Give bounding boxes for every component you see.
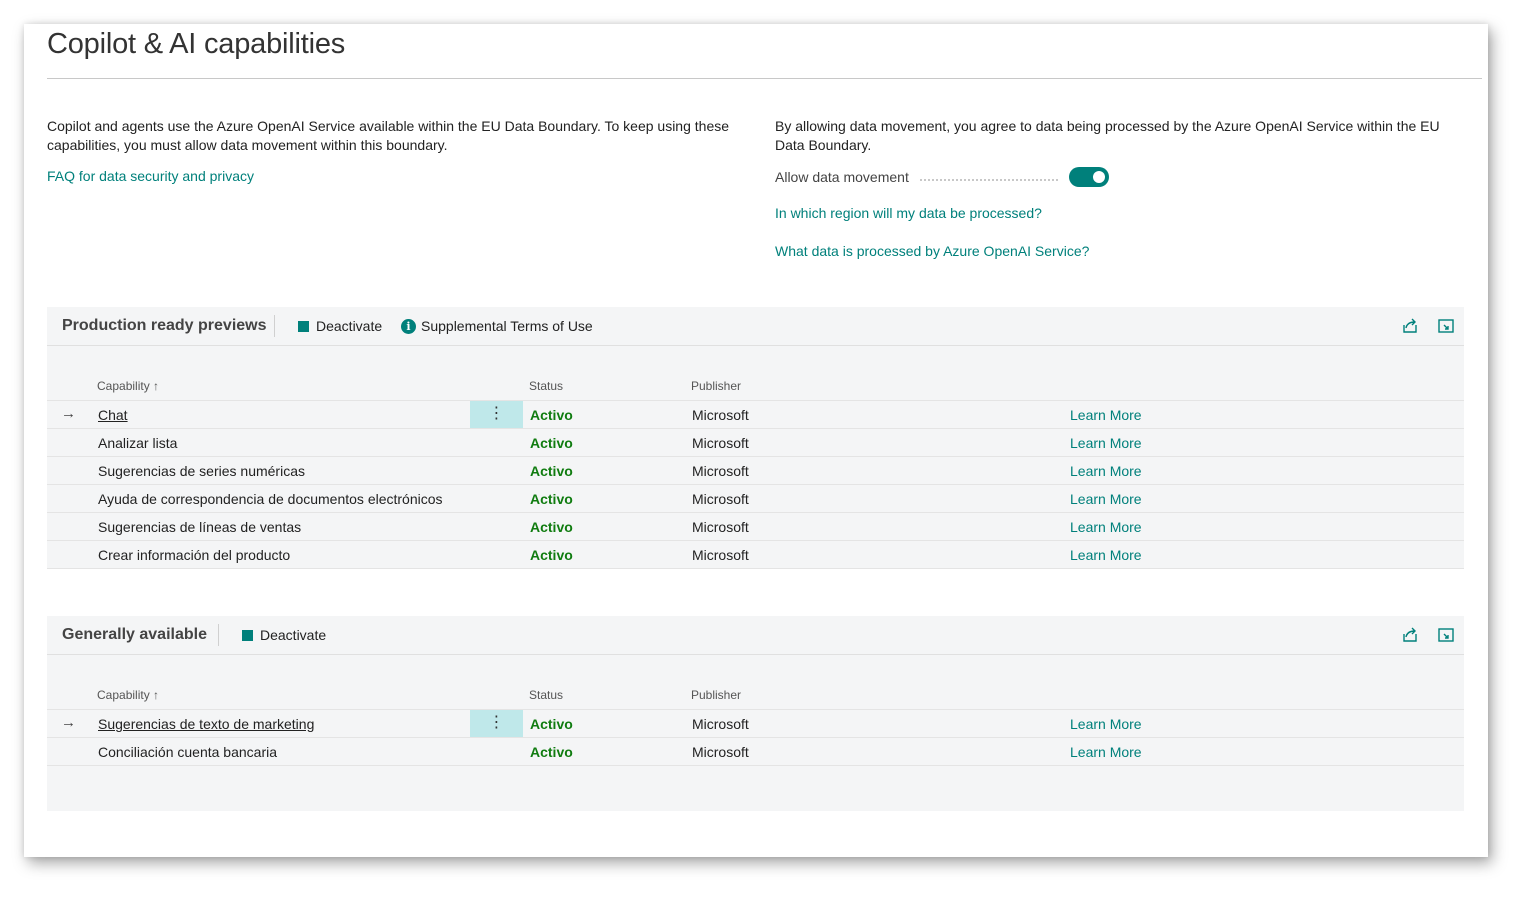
status-value: Activo [530,407,573,423]
publisher-value: Microsoft [692,463,749,479]
production-ready-previews-part: Production ready previews Deactivate i S… [47,307,1464,569]
row-indicator-arrow-icon: → [61,714,76,731]
dotted-leader [920,179,1058,181]
table-row[interactable]: Analizar lista Activo Microsoft Learn Mo… [47,429,1464,457]
row-menu-button[interactable]: ⋮ [470,710,523,737]
status-value: Activo [530,716,573,732]
deactivate-button[interactable]: Deactivate [242,627,326,643]
allow-data-movement-toggle[interactable] [1069,167,1109,187]
toggle-knob [1093,171,1105,183]
status-value: Activo [530,547,573,563]
publisher-value: Microsoft [692,491,749,507]
share-icon[interactable] [1401,317,1419,335]
preview-rows: → Chat ⋮ Activo Microsoft Learn More Ana… [47,400,1464,569]
capability-name[interactable]: Sugerencias de series numéricas [98,463,305,479]
learn-more-link[interactable]: Learn More [1070,491,1142,507]
row-indicator-arrow-icon: → [61,405,76,422]
generally-available-part: Generally available Deactivate Capabilit… [47,616,1464,811]
table-row[interactable]: Conciliación cuenta bancaria Activo Micr… [47,738,1464,766]
publisher-value: Microsoft [692,407,749,423]
part-title: Generally available [62,626,207,643]
deactivate-button[interactable]: Deactivate [298,318,382,334]
faq-link[interactable]: FAQ for data security and privacy [47,168,254,184]
status-value: Activo [530,435,573,451]
learn-more-link[interactable]: Learn More [1070,547,1142,563]
deactivate-icon [298,320,309,332]
column-header-status[interactable]: Status [529,688,563,702]
column-header-publisher[interactable]: Publisher [691,688,741,702]
table-row[interactable]: Crear información del producto Activo Mi… [47,541,1464,569]
page-frame: Copilot & AI capabilities Copilot and ag… [24,24,1488,857]
publisher-value: Microsoft [692,519,749,535]
part-title: Production ready previews [62,317,267,334]
column-header-capability[interactable]: Capability ↑ [97,379,159,393]
region-link[interactable]: In which region will my data be processe… [775,205,1042,221]
capability-name[interactable]: Chat [98,407,128,423]
info-icon: i [401,318,416,334]
intro-text-left: Copilot and agents use the Azure OpenAI … [47,118,730,153]
intro-text-right: By allowing data movement, you agree to … [775,118,1440,153]
status-value: Activo [530,491,573,507]
row-menu-button[interactable]: ⋮ [470,401,523,428]
publisher-value: Microsoft [692,547,749,563]
publisher-value: Microsoft [692,716,749,732]
column-header-capability[interactable]: Capability ↑ [97,688,159,702]
column-header-status[interactable]: Status [529,379,563,393]
table-row[interactable]: → Chat ⋮ Activo Microsoft Learn More [47,400,1464,429]
table-row[interactable]: Ayuda de correspondencia de documentos e… [47,485,1464,513]
learn-more-link[interactable]: Learn More [1070,435,1142,451]
capability-name[interactable]: Sugerencias de líneas de ventas [98,519,301,535]
capability-name[interactable]: Crear información del producto [98,547,290,563]
capability-name[interactable]: Sugerencias de texto de marketing [98,716,314,732]
learn-more-link[interactable]: Learn More [1070,463,1142,479]
publisher-value: Microsoft [692,744,749,760]
status-value: Activo [530,519,573,535]
column-header-publisher[interactable]: Publisher [691,379,741,393]
allow-data-movement-row: Allow data movement [775,167,1115,189]
part-header: Generally available Deactivate [47,616,1464,655]
expand-icon[interactable] [1437,626,1455,644]
data-processed-link[interactable]: What data is processed by Azure OpenAI S… [775,243,1089,259]
learn-more-link[interactable]: Learn More [1070,744,1142,760]
supplemental-terms-button[interactable]: i Supplemental Terms of Use [401,318,593,334]
deactivate-label: Deactivate [316,318,383,334]
part-header: Production ready previews Deactivate i S… [47,307,1464,346]
deactivate-label: Deactivate [260,627,327,643]
status-value: Activo [530,744,573,760]
page-title: Copilot & AI capabilities [47,28,346,60]
ga-rows: → Sugerencias de texto de marketing ⋮ Ac… [47,709,1464,766]
status-value: Activo [530,463,573,479]
capability-name[interactable]: Analizar lista [98,435,177,451]
capability-name[interactable]: Conciliación cuenta bancaria [98,744,277,760]
table-row[interactable]: Sugerencias de series numéricas Activo M… [47,457,1464,485]
table-row[interactable]: → Sugerencias de texto de marketing ⋮ Ac… [47,709,1464,738]
learn-more-link[interactable]: Learn More [1070,716,1142,732]
header-separator [218,624,219,646]
publisher-value: Microsoft [692,435,749,451]
deactivate-icon [242,629,253,641]
expand-icon[interactable] [1437,317,1455,335]
capability-name[interactable]: Ayuda de correspondencia de documentos e… [98,491,443,507]
table-row[interactable]: Sugerencias de líneas de ventas Activo M… [47,513,1464,541]
share-icon[interactable] [1401,626,1419,644]
supplemental-terms-label: Supplemental Terms of Use [421,318,593,334]
learn-more-link[interactable]: Learn More [1070,407,1142,423]
title-divider [47,78,1482,79]
header-separator [274,315,275,337]
allow-data-movement-label: Allow data movement [775,169,909,185]
learn-more-link[interactable]: Learn More [1070,519,1142,535]
